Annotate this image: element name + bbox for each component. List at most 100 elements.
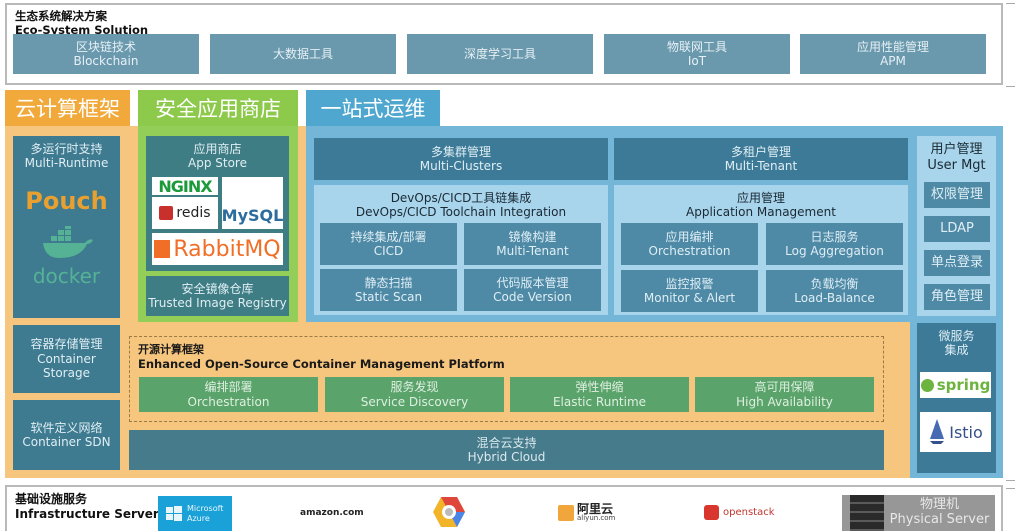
- eco-item-blockchain[interactable]: 区块链技术 Blockchain: [13, 34, 199, 74]
- divider: [1006, 488, 1015, 489]
- tab-one-stop-ops[interactable]: 一站式运维: [306, 90, 440, 126]
- tab-cloud-framework[interactable]: 云计算框架: [5, 90, 130, 126]
- label-zh: 用户管理: [930, 142, 983, 157]
- openstack-logo: openstack: [704, 505, 775, 520]
- pouch-logo: Pouch: [25, 186, 108, 215]
- label-zh: 负载均衡: [810, 276, 859, 291]
- label-zh: 编排部署: [204, 380, 253, 395]
- google-cloud-logo: [432, 496, 466, 531]
- ldap-item[interactable]: LDAP: [924, 216, 990, 242]
- log-aggregation-box[interactable]: 日志服务 Log Aggregation: [766, 223, 903, 265]
- hybrid-cloud-box[interactable]: 混合云支持 Hybrid Cloud: [129, 430, 884, 470]
- load-balance-box[interactable]: 负载均衡 Load-Balance: [766, 270, 903, 312]
- devops-title: DevOps/CICD工具链集成 DevOps/CICD Toolchain I…: [314, 189, 608, 221]
- label-zh: 应用编排: [665, 229, 714, 244]
- container-sdn-box[interactable]: 软件定义网络 Container SDN: [13, 400, 120, 470]
- label-zh: 安全镜像仓库: [181, 281, 254, 296]
- label-en: Trusted Image Registry: [148, 296, 287, 310]
- image-build-box[interactable]: 镜像构建 Multi-Tenant: [464, 223, 601, 265]
- orchestration-box[interactable]: 应用编排 Orchestration: [621, 223, 758, 265]
- label-zh: 应用商店: [193, 142, 242, 156]
- label-en: IoT: [687, 54, 707, 68]
- label-en: APM: [880, 54, 906, 68]
- infra-title-zh: 基础设施服务: [15, 492, 88, 506]
- high-availability-box[interactable]: 高可用保障 High Availability: [695, 377, 874, 412]
- rabbitmq-logo: RabbitMQ: [152, 233, 283, 265]
- nginx-text: NGINX: [158, 176, 212, 196]
- eco-item-deeplearning[interactable]: 深度学习工具: [407, 34, 593, 74]
- monitor-alert-box[interactable]: 监控报警 Monitor & Alert: [621, 270, 758, 312]
- label-zh: 软件定义网络: [30, 420, 103, 435]
- label-en: Storage: [43, 366, 90, 381]
- label-zh: DevOps/CICD工具链集成: [390, 190, 532, 205]
- openstack-icon: [704, 505, 719, 520]
- divider: [1006, 480, 1015, 481]
- elastic-runtime-box[interactable]: 弹性伸缩 Elastic Runtime: [510, 377, 689, 412]
- label-zh: 混合云支持: [476, 435, 537, 450]
- nginx-logo: NGINX: [152, 176, 218, 196]
- aliyun-icon: [558, 504, 574, 521]
- label-en: Container SDN: [22, 435, 111, 449]
- redis-text: redis: [176, 205, 211, 221]
- cicd-box[interactable]: 持续集成/部署 CICD: [320, 223, 457, 265]
- divider: [1006, 3, 1015, 4]
- azure-line1: Microsoft: [187, 503, 224, 513]
- label-en: Orchestration: [187, 394, 270, 409]
- orchestration-deploy-box[interactable]: 编排部署 Orchestration: [139, 377, 318, 412]
- mysql-logo: MySQL: [222, 177, 283, 229]
- label-zh: 区块链技术: [75, 39, 136, 54]
- static-scan-box[interactable]: 静态扫描 Static Scan: [320, 269, 457, 311]
- container-storage-box[interactable]: 容器存储管理 Container Storage: [13, 325, 120, 393]
- label-en: Load-Balance: [794, 291, 875, 305]
- aliyun-logo: 阿里云 aliyun.com: [558, 503, 615, 522]
- server-rack-icon: [850, 495, 884, 531]
- label-zh: 多集群管理: [430, 144, 491, 159]
- label-en: Static Scan: [354, 290, 423, 304]
- label-zh: 持续集成/部署: [350, 229, 427, 244]
- multi-clusters-box[interactable]: 多集群管理 Multi-Clusters: [314, 138, 608, 180]
- label-zh: 高可用保障: [754, 380, 815, 395]
- label-zh: 大数据工具: [272, 46, 333, 61]
- label-zh: 监控报警: [665, 276, 714, 291]
- sso-item[interactable]: 单点登录: [924, 250, 990, 276]
- amazon-logo: amazon.com: [300, 508, 364, 518]
- ecosystem-title-zh: 生态系统解决方案: [15, 9, 107, 23]
- tab-secure-app-store[interactable]: 安全应用商店: [138, 90, 298, 126]
- rabbitmq-text: RabbitMQ: [173, 236, 281, 262]
- platform-title-zh: 开源计算框架: [138, 343, 204, 356]
- label-en: Multi-Runtime: [24, 156, 109, 171]
- label-zh: 容器存储管理: [30, 337, 103, 352]
- istio-logo: Istio: [920, 412, 991, 452]
- infrastructure-title: 基础设施服务 Infrastructure Server: [15, 492, 159, 522]
- service-discovery-box[interactable]: 服务发现 Service Discovery: [325, 377, 504, 412]
- label-en: Application Management: [686, 205, 836, 219]
- istio-sail-icon: [930, 419, 945, 444]
- docker-logo: docker: [32, 263, 101, 288]
- eco-item-iot[interactable]: 物联网工具 IoT: [604, 34, 790, 74]
- label-en: Container: [37, 351, 96, 366]
- label-en: CICD: [373, 244, 404, 258]
- label-en: Service Discovery: [360, 394, 469, 409]
- infra-title-en: Infrastructure Server: [15, 507, 159, 521]
- divider: [1006, 86, 1015, 87]
- label-en: Multi-Clusters: [419, 159, 503, 173]
- physical-server-box[interactable]: 物理机 Physical Server: [842, 495, 995, 531]
- role-management-item[interactable]: 角色管理: [924, 284, 990, 310]
- windows-icon: [166, 505, 182, 521]
- label-zh: 弹性伸缩: [575, 380, 624, 395]
- azure-logo: Microsoft Azure: [158, 496, 232, 531]
- label-zh: 多租户管理: [730, 144, 791, 159]
- rabbitmq-icon: [154, 240, 171, 258]
- trusted-image-registry-box[interactable]: 安全镜像仓库 Trusted Image Registry: [146, 276, 289, 316]
- docker-whale-icon: [37, 223, 97, 264]
- platform-title-en: Enhanced Open-Source Container Managemen…: [138, 356, 505, 371]
- multi-runtime-box[interactable]: 多运行时支持 Multi-Runtime Pouch docker: [13, 136, 120, 318]
- eco-item-apm[interactable]: 应用性能管理 APM: [800, 34, 986, 74]
- redis-logo: redis: [152, 197, 218, 229]
- multi-tenant-box[interactable]: 多租户管理 Multi-Tenant: [614, 138, 908, 180]
- permission-management-item[interactable]: 权限管理: [924, 182, 990, 208]
- eco-item-bigdata[interactable]: 大数据工具: [210, 34, 396, 74]
- code-version-box[interactable]: 代码版本管理 Code Version: [464, 269, 601, 311]
- azure-line2: Azure: [187, 513, 210, 523]
- mysql-text: MySQL: [221, 206, 284, 225]
